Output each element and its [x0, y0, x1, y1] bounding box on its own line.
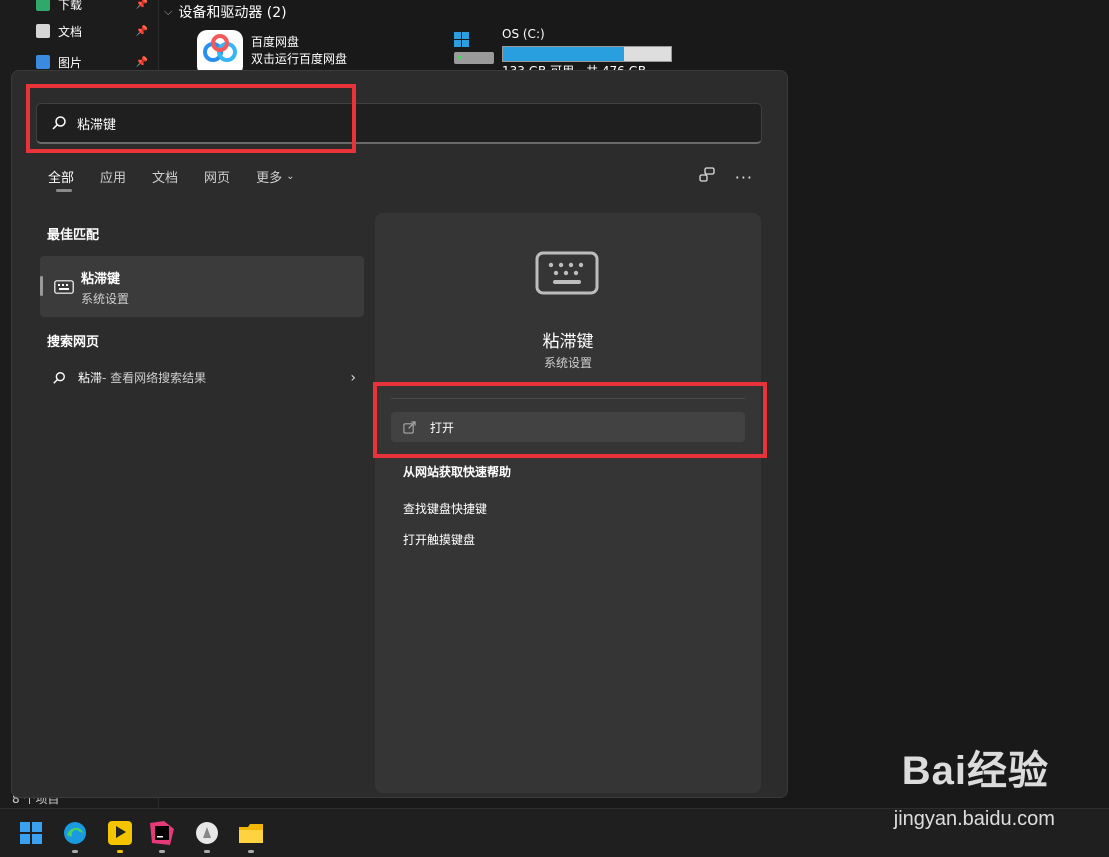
nav-item-documents[interactable]: 文档 📌: [36, 21, 154, 41]
keyboard-icon: [54, 280, 74, 294]
download-icon: [36, 0, 50, 11]
action-open-touch-keyboard[interactable]: 打开触摸键盘: [403, 531, 475, 548]
selection-indicator: [40, 276, 43, 296]
edge-icon[interactable]: [61, 819, 89, 847]
devices-section-header[interactable]: ⌵ 设备和驱动器 (2): [164, 2, 287, 22]
running-indicator: [248, 850, 254, 853]
video-player-icon[interactable]: [106, 819, 134, 847]
pin-icon: 📌: [135, 56, 148, 68]
web-query-suffix: - 查看网络搜索结果: [102, 371, 207, 385]
chevron-down-icon: ⌄: [286, 171, 295, 182]
watermark-site: jingyan.baidu.com: [893, 808, 1055, 830]
more-options-icon[interactable]: ···: [735, 168, 753, 187]
storage-bar: [502, 46, 672, 62]
tab-all[interactable]: 全部: [48, 167, 74, 192]
tab-more-label: 更多: [256, 171, 283, 186]
app-icon[interactable]: [193, 819, 221, 847]
drive-name: 百度网盘: [251, 35, 300, 49]
highlight-box-open: [373, 382, 767, 458]
search-icon: [53, 371, 65, 384]
os-drive-icon: [452, 30, 496, 66]
running-indicator: [204, 850, 210, 853]
highlight-box-search: [26, 84, 356, 153]
result-name: 粘滞键: [81, 272, 121, 287]
start-icon[interactable]: [17, 819, 45, 847]
action-web-help[interactable]: 从网站获取快速帮助: [403, 463, 511, 480]
file-explorer-icon[interactable]: [237, 819, 265, 847]
nav-item-label: 文档: [58, 24, 83, 39]
chevron-down-icon: ⌵: [164, 5, 173, 18]
pin-icon: 📌: [135, 0, 148, 10]
panel-top-actions: ···: [679, 167, 753, 187]
nav-item-label: 下载: [58, 0, 83, 12]
drive-name: OS (C:): [502, 27, 545, 41]
storage-bar-fill: [503, 47, 624, 61]
nav-item-label: 图片: [58, 55, 83, 70]
tab-documents[interactable]: 文档: [152, 167, 178, 186]
tab-more[interactable]: 更多 ⌄: [256, 167, 294, 186]
best-match-result[interactable]: 粘滞键 系统设置: [40, 256, 364, 317]
pin-icon: 📌: [135, 25, 148, 37]
result-category: 系统设置: [81, 292, 130, 306]
tab-apps[interactable]: 应用: [100, 167, 126, 186]
nav-item-downloads[interactable]: 下载 📌: [36, 0, 154, 14]
keyboard-large-icon: [535, 251, 599, 295]
watermark-brand: Bai经验: [901, 749, 1049, 793]
share-results-icon[interactable]: [699, 167, 715, 187]
chevron-right-icon: ›: [350, 369, 356, 386]
web-search-result[interactable]: 粘滞 - 查看网络搜索结果 ›: [52, 369, 356, 386]
detail-app-category: 系统设置: [543, 356, 592, 370]
web-query: 粘滞: [78, 371, 103, 385]
web-search-title: 搜索网页: [47, 335, 100, 350]
detail-app-name: 粘滞键: [542, 332, 594, 352]
running-indicator: [72, 850, 78, 853]
drive-detail: 双击运行百度网盘: [251, 52, 348, 66]
running-indicator: [117, 850, 123, 853]
tab-web[interactable]: 网页: [204, 167, 230, 186]
baidu-watermark: Bai经验 jingyan.baidu.com: [894, 738, 1055, 830]
running-indicator: [159, 850, 165, 853]
section-title: 设备和驱动器 (2): [178, 5, 287, 21]
action-find-shortcuts[interactable]: 查找键盘快捷键: [403, 500, 487, 517]
picture-icon: [36, 55, 50, 69]
result-detail-pane: 粘滞键 系统设置 打开 从网站获取快速帮助 查找键盘快捷键 打开触摸键盘: [375, 213, 761, 793]
nav-item-pictures[interactable]: 图片 📌: [36, 52, 154, 72]
best-match-title: 最佳匹配: [47, 228, 100, 243]
filter-tabs: 全部 应用 文档 网页 更多 ⌄: [48, 167, 320, 192]
document-icon: [36, 24, 50, 38]
intellij-icon[interactable]: [148, 819, 176, 847]
